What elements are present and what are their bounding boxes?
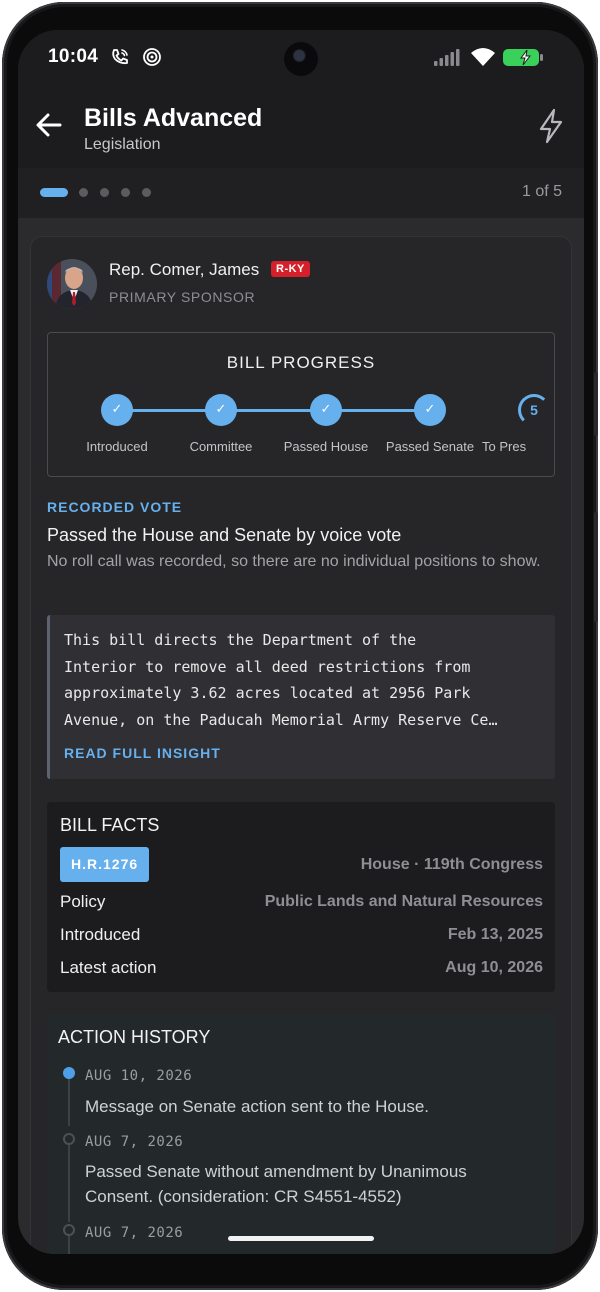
bill-facts: BILL FACTS H.R.1276 House · 119th Congre… (47, 802, 555, 992)
chamber-congress: House · 119th Congress (360, 856, 543, 873)
history-text: Passed Senate without amendment by Unani… (85, 1162, 467, 1206)
step-check-icon: ✓ (101, 394, 133, 426)
wifi-calling-icon (112, 49, 128, 65)
fact-value-introduced: Feb 13, 2025 (447, 926, 543, 943)
step-label-introduced: Introduced (86, 439, 148, 454)
front-camera (284, 42, 318, 76)
page-dot[interactable] (100, 188, 109, 197)
page-dot[interactable] (142, 188, 151, 197)
step-check-icon: ✓ (414, 394, 446, 426)
avatar[interactable] (47, 259, 97, 309)
history-text: Message on Senate action sent to the Hou… (85, 1097, 430, 1116)
fact-label-introduced: Introduced (60, 925, 141, 944)
volume-button (594, 372, 598, 436)
power-button (594, 512, 598, 622)
page-count: 1 of 5 (521, 183, 562, 200)
fact-label-policy: Policy (60, 892, 106, 911)
screen: 10:04 Bills Advanced Legislation 1 of 5 … (18, 30, 584, 1254)
page-indicator: 1 of 5 (18, 168, 584, 218)
bill-insight: This bill directs the Department of the … (47, 615, 555, 779)
step-check-icon: ✓ (310, 394, 342, 426)
wifi-icon (471, 48, 495, 66)
history-date: AUG 7, 2026 (85, 1134, 184, 1150)
status-time: 10:04 (48, 46, 99, 67)
timeline-dot (63, 1224, 75, 1236)
battery-charging-icon (503, 49, 543, 66)
page-dot-active[interactable] (40, 188, 68, 197)
timeline-dot-latest (63, 1067, 75, 1079)
sponsor-role: PRIMARY SPONSOR (109, 289, 256, 305)
fact-value-latest-action: Aug 10, 2026 (445, 959, 543, 976)
page-dot[interactable] (121, 188, 130, 197)
phone-frame: 10:04 Bills Advanced Legislation 1 of 5 … (2, 2, 598, 1290)
status-bar: 10:04 (18, 30, 584, 88)
sponsor-name[interactable]: Rep. Comer, James (109, 260, 259, 280)
app-bar: Bills Advanced Legislation (18, 88, 584, 168)
timeline-line (68, 1142, 70, 1222)
read-full-insight-link[interactable]: READ FULL INSIGHT (64, 745, 221, 761)
step-label-committee: Committee (189, 439, 253, 454)
page-title: Bills Advanced (84, 104, 263, 132)
insight-line: Avenue, on the Paducah Memorial Army Res… (64, 710, 498, 729)
history-title: ACTION HISTORY (58, 1027, 211, 1047)
page-dot[interactable] (79, 188, 88, 197)
timeline-dot (63, 1133, 75, 1145)
step-pending-indicator: 5 (518, 394, 550, 426)
timeline-line (68, 1234, 70, 1254)
history-date: AUG 7, 2026 (85, 1225, 184, 1241)
fact-label-latest-action: Latest action (60, 958, 157, 977)
insight-line: approximately 3.62 acres located at 2956… (64, 684, 471, 702)
party-badge: R-KY (271, 261, 310, 277)
step-check-icon: ✓ (205, 394, 237, 426)
insight-text: This bill directs the Department of the … (64, 627, 548, 733)
history-date: AUG 10, 2026 (85, 1068, 193, 1084)
vote-kicker: RECORDED VOTE (47, 499, 183, 515)
action-history: ACTION HISTORY AUG 10, 2026 Message on S… (47, 1014, 555, 1254)
progress-line (118, 409, 431, 412)
signal-icon (434, 49, 460, 66)
bill-number-chip[interactable]: H.R.1276 (60, 847, 150, 882)
facts-title: BILL FACTS (60, 815, 160, 835)
vote-note: No roll call was recorded, so there are … (47, 553, 541, 570)
bill-card: Rep. Comer, James R-KY PRIMARY SPONSOR B… (30, 236, 572, 1254)
home-indicator[interactable] (228, 1236, 374, 1241)
arrow-left-icon[interactable] (32, 108, 66, 142)
step-label-to-president: To Pres (482, 439, 527, 454)
bill-progress: BILL PROGRESS ✓ ✓ ✓ ✓ 5 Introduced Commi… (47, 332, 555, 477)
step-label-passed-senate: Passed Senate (385, 439, 475, 454)
insight-line: Interior to remove all deed restrictions… (64, 657, 471, 676)
lightning-bolt-icon[interactable] (536, 108, 566, 144)
fact-value-policy: Public Lands and Natural Resources (264, 893, 543, 910)
step-label-passed-house: Passed House (283, 439, 369, 454)
progress-title: BILL PROGRESS (226, 353, 376, 372)
hotspot-icon (143, 48, 161, 66)
page-subtitle: Legislation (84, 136, 161, 153)
insight-line: This bill directs the Department of the (64, 631, 417, 649)
sponsor-portrait (47, 259, 97, 309)
vote-headline: Passed the House and Senate by voice vot… (47, 525, 402, 545)
timeline-line (68, 1076, 70, 1126)
